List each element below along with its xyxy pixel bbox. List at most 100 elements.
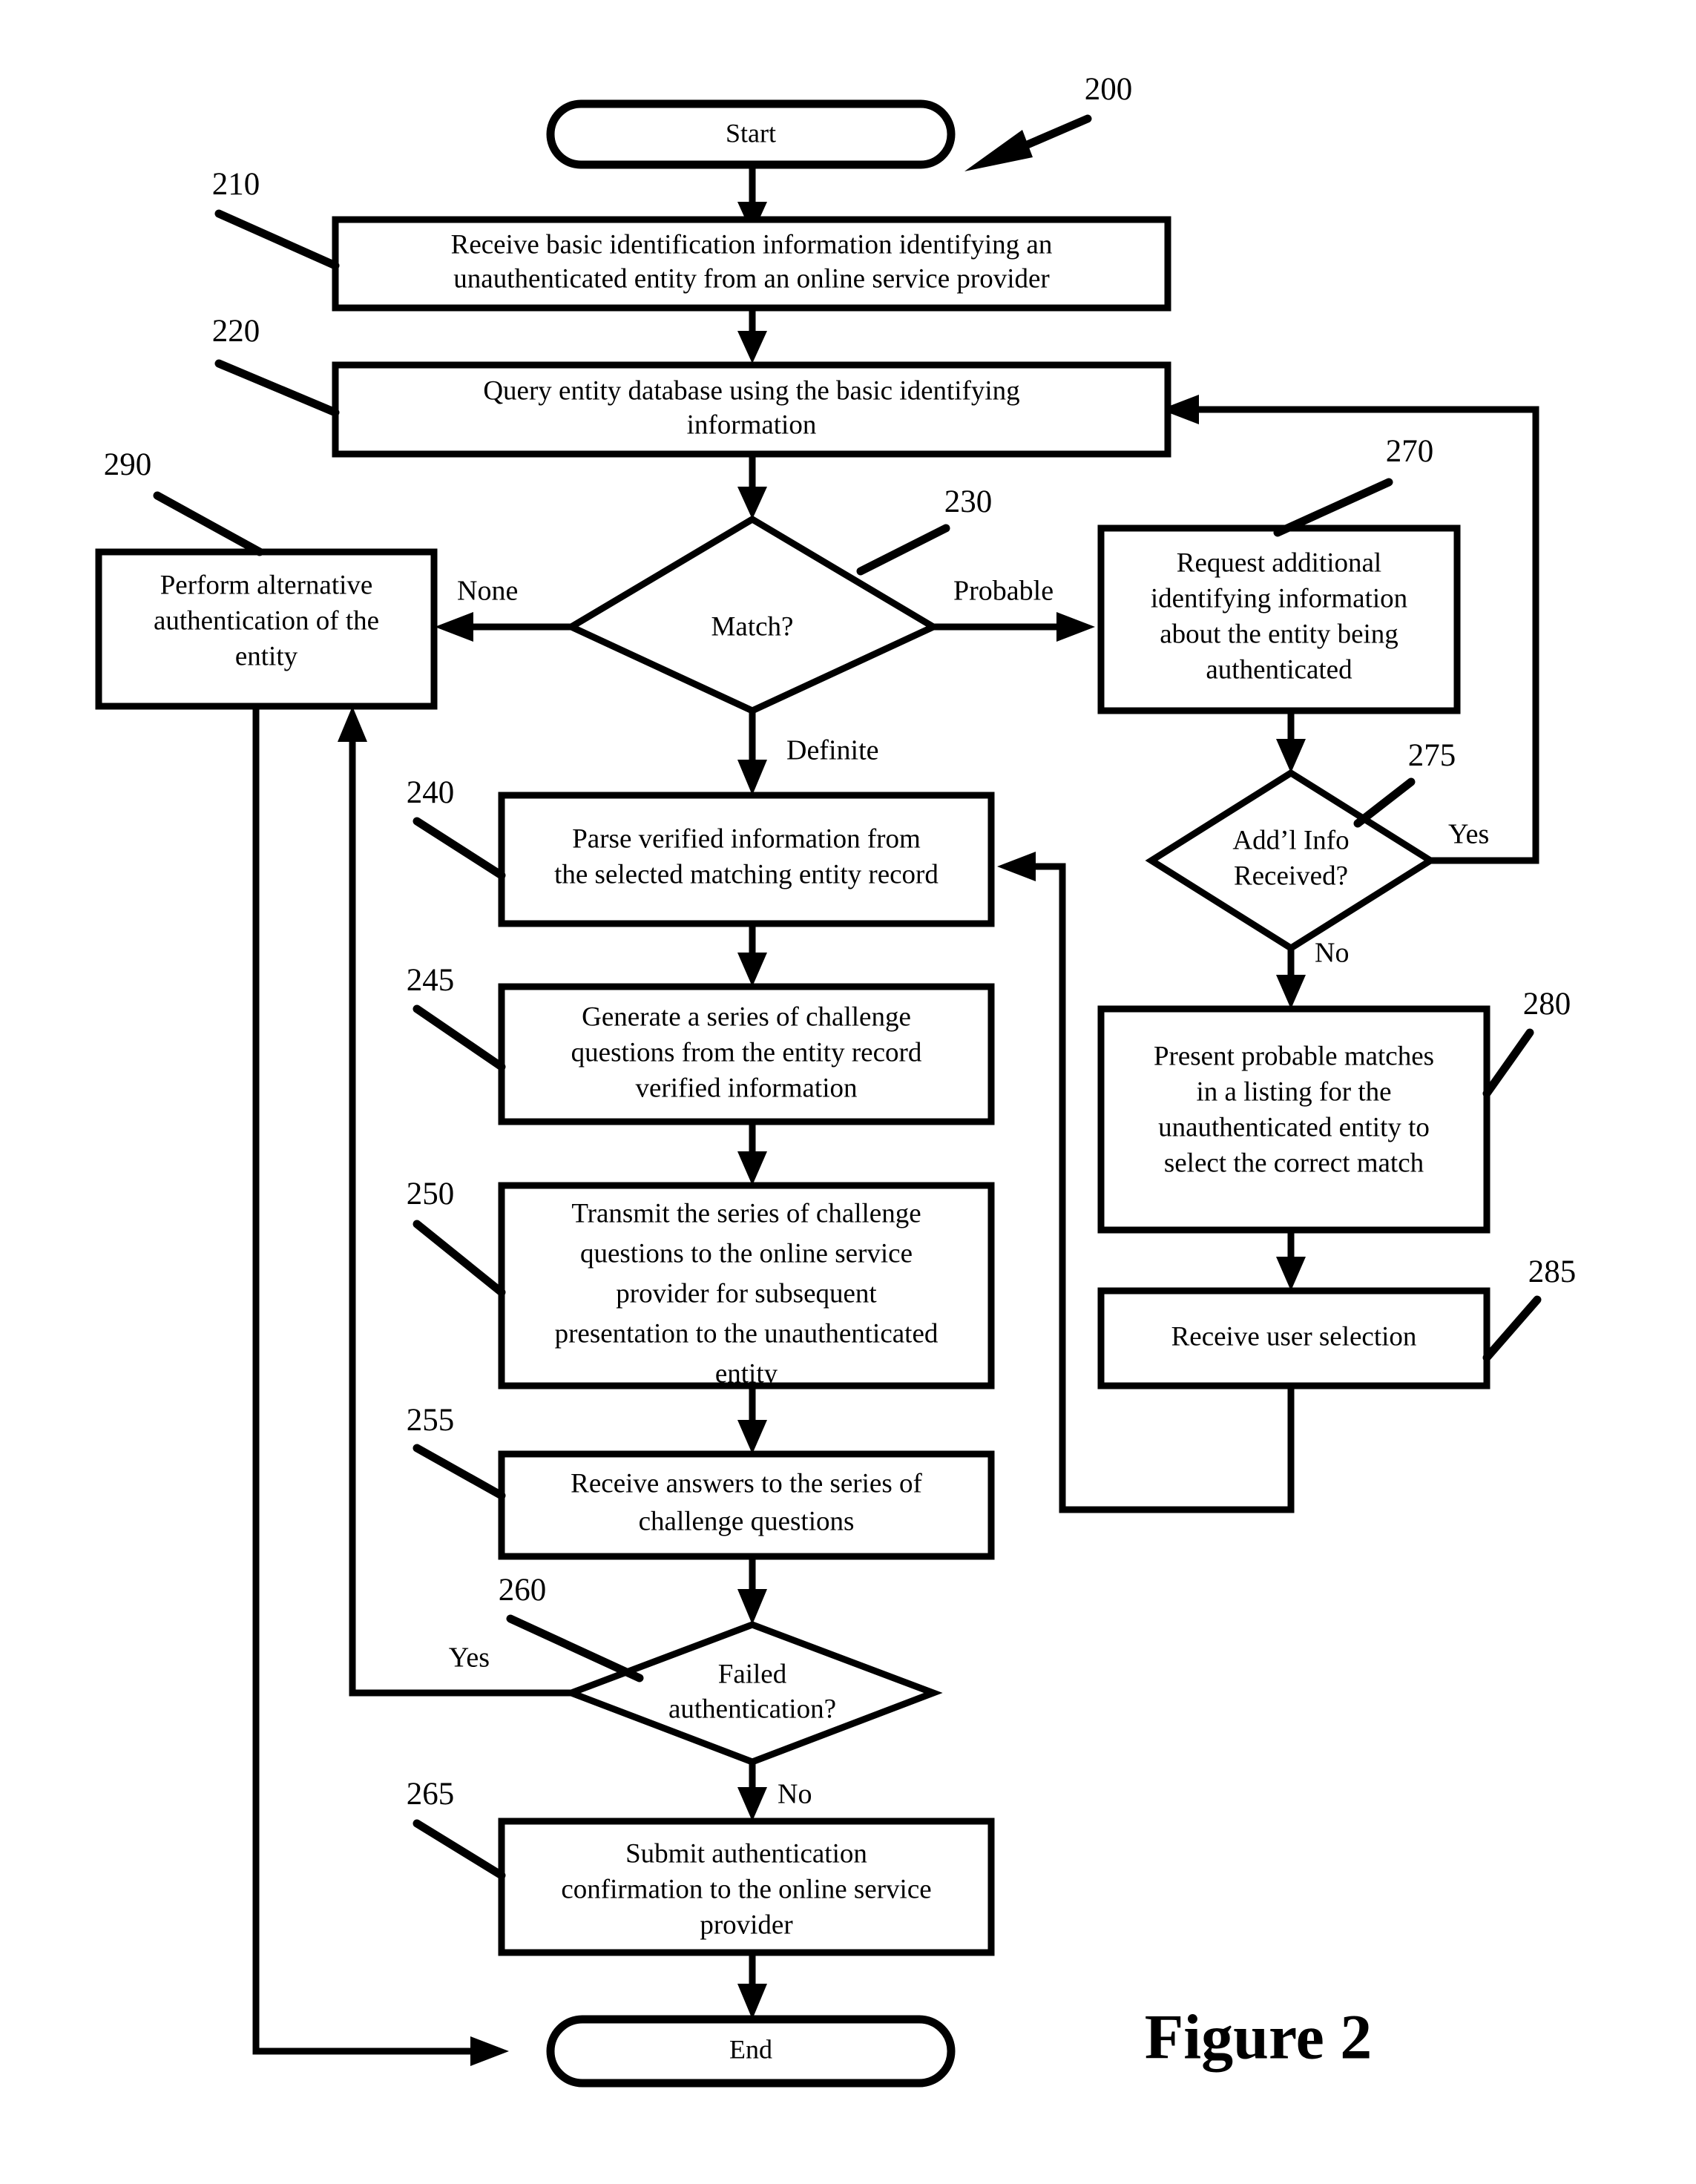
connector-230-none-to-290 [435, 612, 571, 642]
node-270-line-0: Request additional [1177, 547, 1381, 578]
node-280-line-2: unauthenticated entity to [1158, 1112, 1430, 1142]
ref-270-label: 270 [1386, 434, 1434, 469]
ref-255: 255 [407, 1403, 506, 1500]
node-270-line-1: identifying information [1151, 583, 1407, 614]
end-label: End [729, 2034, 772, 2064]
connector-230-probable-to-270 [933, 612, 1095, 642]
connector-275-no-to-280 [1276, 948, 1306, 1009]
connector-220-to-230 [737, 454, 767, 519]
node-250-line-1: questions to the online service [580, 1238, 913, 1269]
node-255: Receive answers to the series of challen… [498, 1450, 995, 1560]
connector-290-to-end [252, 706, 509, 2066]
node-240-line-0: Parse verified information from [572, 823, 921, 854]
node-290-line-1: authentication of the [154, 605, 379, 636]
node-280-line-0: Present probable matches [1154, 1041, 1434, 1071]
node-270: Request additional identifying informati… [1097, 524, 1461, 714]
connector-245-to-250 [737, 1122, 767, 1185]
edge-label-failed-auth-yes: Yes [449, 1642, 490, 1674]
node-245: Generate a series of challenge questions… [498, 983, 995, 1125]
node-240: Parse verified information from the sele… [498, 792, 995, 927]
ref-290: 290 [104, 447, 264, 556]
ref-265: 265 [407, 1777, 506, 1880]
node-265-line-2: provider [700, 1910, 792, 1940]
node-220-line-1: information [687, 410, 817, 440]
node-270-line-3: authenticated [1206, 654, 1352, 685]
ref-255-label: 255 [407, 1403, 455, 1438]
ref-285: 285 [1482, 1254, 1577, 1362]
node-285: Receive user selection [1097, 1287, 1490, 1389]
node-250-line-3: presentation to the unauthenticated [555, 1318, 939, 1349]
node-260-line-0: Failed [718, 1659, 787, 1689]
connector-210-to-220 [737, 308, 767, 364]
edge-label-match-probable: Probable [953, 576, 1054, 607]
connector-230-definite-to-240 [737, 711, 767, 795]
ref-220: 220 [212, 314, 340, 417]
ref-220-label: 220 [212, 314, 260, 349]
node-250-line-4: entity [715, 1358, 778, 1389]
ref-200-label: 200 [1085, 72, 1133, 107]
figure-caption: Figure 2 [1145, 2002, 1373, 2073]
node-250-line-0: Transmit the series of challenge [571, 1198, 921, 1228]
node-290: Perform alternative authentication of th… [95, 548, 438, 710]
node-210: Receive basic identification information… [332, 216, 1171, 312]
ref-280-label: 280 [1523, 987, 1571, 1022]
connector-270-to-275 [1276, 711, 1306, 773]
connector-255-to-260 [737, 1556, 767, 1625]
edge-label-match-none: None [457, 576, 518, 607]
node-265-line-0: Submit authentication [625, 1838, 867, 1869]
node-210-line-1: unauthenticated entity from an online se… [453, 263, 1049, 294]
ref-260-label: 260 [499, 1573, 547, 1608]
node-255-line-1: challenge questions [639, 1506, 855, 1536]
ref-250-label: 250 [407, 1177, 455, 1211]
node-240-line-1: the selected matching entity record [554, 859, 939, 889]
connector-265-to-end [737, 1953, 767, 2019]
node-260-line-1: authentication? [668, 1694, 836, 1724]
node-250: Transmit the series of challenge questio… [498, 1182, 995, 1389]
edge-label-addl-info-yes: Yes [1448, 819, 1489, 850]
node-210-line-0: Receive basic identification information… [451, 229, 1053, 260]
start-label: Start [726, 118, 776, 148]
node-260: Failed authentication? [562, 1621, 943, 1766]
ref-200: 200 [964, 72, 1132, 171]
node-245-line-0: Generate a series of challenge [582, 1001, 911, 1032]
ref-265-label: 265 [407, 1777, 455, 1812]
ref-245-label: 245 [407, 963, 455, 998]
node-290-line-0: Perform alternative [160, 570, 373, 600]
node-265-line-1: confirmation to the online service [561, 1874, 931, 1904]
node-245-line-1: questions from the entity record [571, 1037, 922, 1068]
node-245-line-2: verified information [636, 1073, 858, 1103]
ref-290-label: 290 [104, 447, 152, 482]
ref-210-label: 210 [212, 167, 260, 202]
edge-label-failed-auth-no: No [778, 1779, 812, 1810]
ref-275: 275 [1353, 738, 1456, 828]
ref-280: 280 [1482, 987, 1571, 1098]
connector-240-to-245 [737, 924, 767, 987]
ref-250: 250 [407, 1177, 506, 1297]
node-280-line-1: in a listing for the [1196, 1076, 1391, 1107]
connector-260-no-to-265 [737, 1762, 767, 1821]
ref-285-label: 285 [1528, 1254, 1577, 1289]
ref-230: 230 [856, 484, 993, 576]
node-280: Present probable matches in a listing fo… [1097, 1005, 1490, 1234]
connector-280-to-285 [1276, 1230, 1306, 1291]
node-275-line-1: Received? [1234, 861, 1348, 891]
ref-230-label: 230 [944, 484, 993, 519]
figure-canvas: Start Receive basic identification infor… [0, 0, 1696, 2184]
edge-label-match-definite: Definite [786, 735, 879, 766]
connector-250-to-255 [737, 1386, 767, 1454]
node-290-line-2: entity [235, 641, 298, 671]
flowchart-diagram: Start Receive basic identification infor… [95, 72, 1577, 2088]
ref-260: 260 [499, 1573, 644, 1683]
ref-240-label: 240 [407, 775, 455, 810]
ref-240: 240 [407, 775, 506, 880]
node-start: Start [546, 99, 956, 169]
node-275-line-0: Add’l Info [1232, 825, 1349, 855]
node-end: End [546, 2015, 956, 2088]
node-230: Match? [564, 515, 941, 714]
node-270-line-2: about the entity being [1160, 619, 1398, 649]
node-265: Submit authentication confirmation to th… [498, 1818, 995, 1956]
node-230-label: Match? [711, 611, 794, 642]
node-220: Query entity database using the basic id… [332, 361, 1171, 458]
node-285-label: Receive user selection [1171, 1321, 1417, 1352]
edge-label-addl-info-no: No [1315, 938, 1349, 969]
